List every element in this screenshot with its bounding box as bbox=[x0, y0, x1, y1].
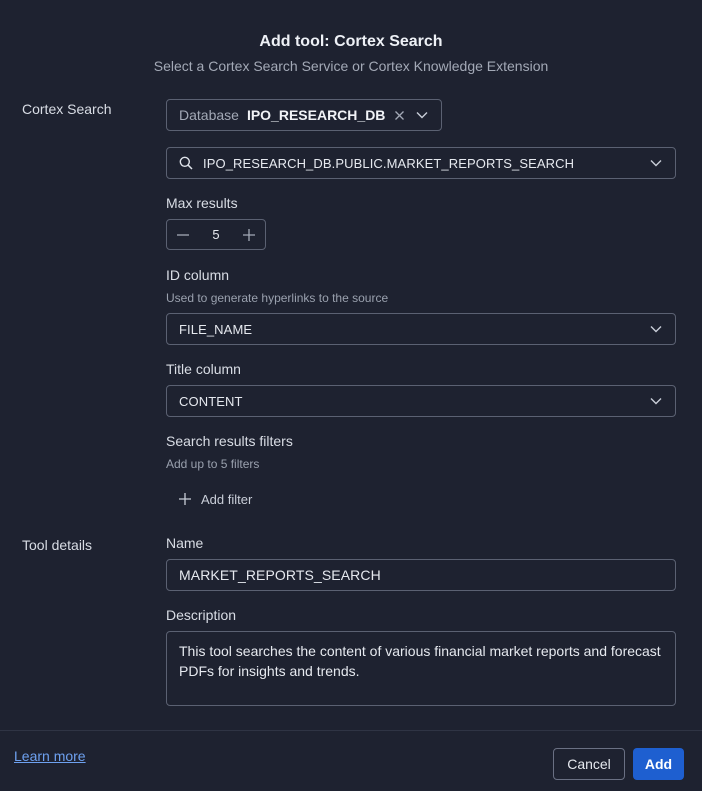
chevron-down-icon bbox=[649, 394, 663, 408]
description-textarea[interactable]: This tool searches the content of variou… bbox=[166, 631, 676, 706]
plus-icon bbox=[178, 492, 192, 506]
search-service-select[interactable]: IPO_RESEARCH_DB.PUBLIC.MARKET_REPORTS_SE… bbox=[166, 147, 676, 179]
dialog-header: Add tool: Cortex Search Select a Cortex … bbox=[0, 32, 702, 75]
name-label: Name bbox=[166, 535, 204, 551]
name-value: MARKET_REPORTS_SEARCH bbox=[179, 567, 381, 583]
id-column-label: ID column bbox=[166, 267, 230, 283]
dialog-subtitle: Select a Cortex Search Service or Cortex… bbox=[153, 58, 549, 74]
filters-help: Add up to 5 filters bbox=[166, 457, 260, 471]
database-select[interactable]: Database IPO_RESEARCH_DB bbox=[166, 99, 442, 131]
learn-more-link[interactable]: Learn more bbox=[14, 748, 86, 764]
filters-label: Search results filters bbox=[166, 433, 293, 449]
search-icon bbox=[179, 156, 193, 170]
add-button[interactable]: Add bbox=[633, 748, 684, 780]
max-results-label: Max results bbox=[166, 195, 238, 211]
id-column-value: FILE_NAME bbox=[179, 321, 253, 337]
title-column-label: Title column bbox=[166, 361, 241, 377]
chevron-down-icon bbox=[649, 322, 663, 336]
section-label-cortex-search: Cortex Search bbox=[22, 101, 112, 117]
plus-icon bbox=[242, 228, 255, 241]
cancel-button[interactable]: Cancel bbox=[553, 748, 625, 780]
title-column-value: CONTENT bbox=[179, 393, 243, 409]
search-service-value: IPO_RESEARCH_DB.PUBLIC.MARKET_REPORTS_SE… bbox=[203, 155, 575, 171]
add-filter-button[interactable]: Add filter bbox=[178, 490, 252, 508]
add-tool-dialog: Add tool: Cortex Search Select a Cortex … bbox=[0, 0, 702, 791]
max-results-stepper[interactable]: 5 bbox=[166, 219, 266, 250]
max-results-value[interactable]: 5 bbox=[212, 227, 219, 242]
increment-button[interactable] bbox=[241, 227, 257, 243]
minus-icon bbox=[177, 233, 189, 236]
add-filter-label: Add filter bbox=[201, 491, 253, 507]
database-prefix: Database bbox=[179, 107, 239, 123]
id-column-select[interactable]: FILE_NAME bbox=[166, 313, 676, 345]
decrement-button[interactable] bbox=[175, 227, 191, 243]
chevron-down-icon bbox=[649, 156, 663, 170]
section-label-tool-details: Tool details bbox=[22, 537, 93, 553]
dialog-title: Add tool: Cortex Search bbox=[259, 33, 443, 50]
title-column-select[interactable]: CONTENT bbox=[166, 385, 676, 417]
database-value: IPO_RESEARCH_DB bbox=[246, 107, 386, 123]
close-icon[interactable] bbox=[394, 110, 405, 121]
description-label: Description bbox=[166, 607, 237, 623]
dialog-footer: Learn more Cancel Add bbox=[0, 730, 702, 791]
name-input[interactable]: MARKET_REPORTS_SEARCH bbox=[166, 559, 676, 591]
id-column-help: Used to generate hyperlinks to the sourc… bbox=[166, 291, 389, 305]
chevron-down-icon bbox=[415, 108, 429, 122]
